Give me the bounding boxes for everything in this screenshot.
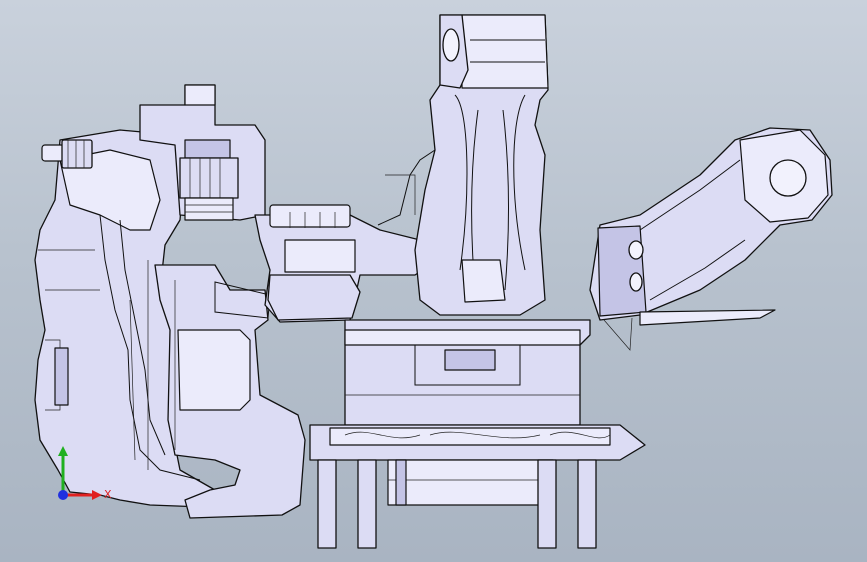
- x-axis-icon: [63, 490, 102, 500]
- z-axis-icon: [58, 446, 68, 495]
- knuckle-arm-horizontal[interactable]: [254, 204, 431, 323]
- suspension-knuckle-model[interactable]: [0, 0, 867, 562]
- caliper-bolt[interactable]: [41, 139, 93, 169]
- x-axis-label: X: [104, 488, 112, 501]
- origin-icon: [58, 490, 68, 500]
- steering-arm[interactable]: [589, 127, 833, 351]
- hub-bearing[interactable]: [344, 319, 591, 426]
- hub-flange[interactable]: [309, 424, 646, 461]
- coordinate-triad: X: [58, 446, 112, 501]
- graphics-viewport[interactable]: X: [0, 0, 867, 562]
- wheel-studs[interactable]: [317, 459, 597, 549]
